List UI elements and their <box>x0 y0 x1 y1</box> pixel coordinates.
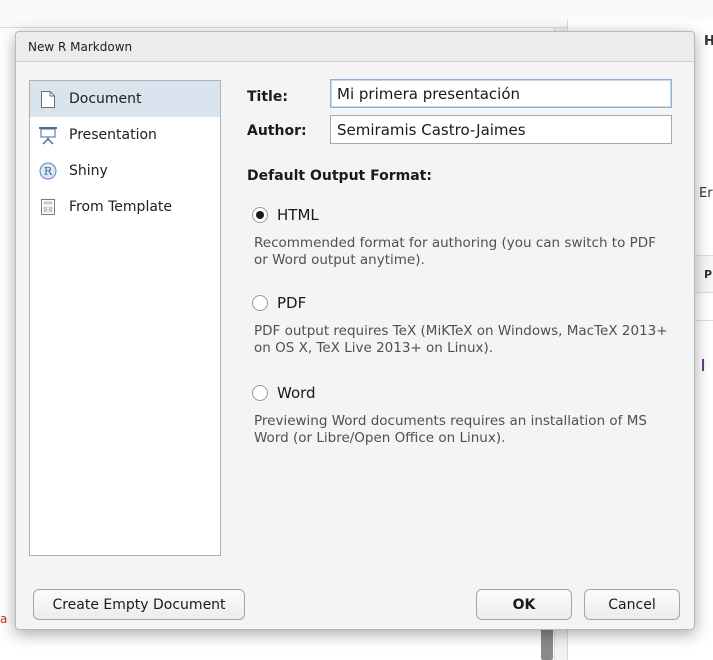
format-word-description: Previewing Word documents requires an in… <box>254 413 647 446</box>
sidebar-item-label: Document <box>69 91 142 107</box>
output-format-heading: Default Output Format: <box>247 168 432 184</box>
background-glyph: a <box>0 612 8 626</box>
dialog-title: New R Markdown <box>28 40 133 54</box>
sidebar-item-from-template[interactable]: From Template <box>30 189 220 225</box>
create-empty-document-button[interactable]: Create Empty Document <box>33 589 245 620</box>
svg-text:R: R <box>44 165 53 178</box>
format-html-description: Recommended format for authoring (you ca… <box>254 235 656 268</box>
presentation-icon <box>38 125 58 145</box>
background-scrollbar <box>541 628 553 660</box>
sidebar-item-label: Shiny <box>69 163 108 179</box>
background-glyph: P <box>704 268 713 281</box>
title-input[interactable] <box>330 79 672 108</box>
format-pdf-description: PDF output requires TeX (MiKTeX on Windo… <box>254 323 668 356</box>
title-label: Title: <box>247 89 288 105</box>
sidebar-item-presentation[interactable]: Presentation <box>30 117 220 153</box>
dialog-titlebar: New R Markdown <box>16 32 694 62</box>
ok-button[interactable]: OK <box>476 589 572 620</box>
format-word-radio[interactable] <box>252 385 268 401</box>
sidebar-item-label: Presentation <box>69 127 157 143</box>
sidebar-item-label: From Template <box>69 199 173 215</box>
cancel-button[interactable]: Cancel <box>584 589 680 620</box>
background-glyph: Er <box>699 186 713 201</box>
author-label: Author: <box>247 123 307 139</box>
template-icon <box>38 197 58 217</box>
document-icon <box>38 89 58 109</box>
sidebar-item-shiny[interactable]: R Shiny <box>30 153 220 189</box>
format-html-label: HTML <box>277 206 319 224</box>
document-type-list: Document Presentation R Shiny From Templ… <box>29 80 221 556</box>
format-word-option[interactable]: Word <box>252 384 316 402</box>
author-input[interactable] <box>330 115 672 144</box>
format-html-option[interactable]: HTML <box>252 206 319 224</box>
background-glyph: ı <box>700 352 707 377</box>
sidebar-item-document[interactable]: Document <box>30 81 220 117</box>
background-glyph: H <box>704 34 713 49</box>
new-r-markdown-dialog: New R Markdown Document Presentation R S… <box>15 31 695 630</box>
format-word-label: Word <box>277 384 316 402</box>
format-pdf-radio[interactable] <box>252 295 268 311</box>
format-pdf-option[interactable]: PDF <box>252 294 306 312</box>
format-html-radio[interactable] <box>252 207 268 223</box>
shiny-r-icon: R <box>38 161 58 181</box>
format-pdf-label: PDF <box>277 294 307 312</box>
